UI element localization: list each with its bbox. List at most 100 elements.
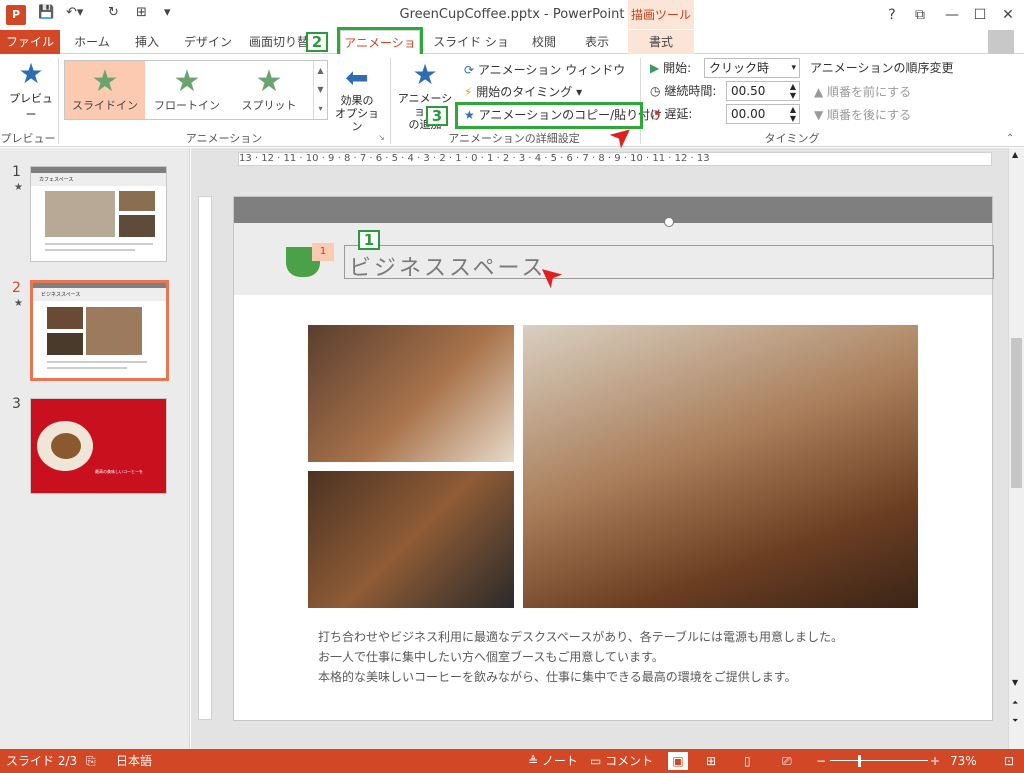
animation-star-icon: ★: [14, 182, 23, 193]
gallery-item-slide-in[interactable]: ★ スライドイン: [65, 61, 145, 119]
next-slide-icon[interactable]: ⏷: [1012, 716, 1018, 726]
rotate-handle-icon[interactable]: [664, 217, 674, 227]
float-in-star-icon: ★: [173, 64, 201, 99]
zoom-in-button[interactable]: +: [930, 749, 940, 773]
gallery-label: スプリット: [241, 99, 297, 112]
delay-input[interactable]: 00.00 ▲ ▼: [726, 104, 800, 124]
callout-number-3: 3: [426, 106, 448, 126]
lightning-icon: ⚡: [464, 85, 473, 99]
vertical-scrollbar[interactable]: ▲ ▼ ⏶ ⏷: [1008, 148, 1024, 749]
animation-pane-label: アニメーション ウィンドウ: [477, 63, 626, 77]
add-animation-star-icon: ★: [412, 58, 438, 91]
spellcheck-icon[interactable]: ⎘: [86, 749, 96, 773]
split-star-icon: ★: [255, 64, 283, 99]
start-dropdown[interactable]: クリック時 ▾: [704, 58, 800, 78]
zoom-slider-thumb[interactable]: [858, 755, 861, 767]
photo-meeting-table[interactable]: [308, 325, 514, 462]
gallery-item-split[interactable]: ★ スプリット: [229, 61, 309, 119]
thumbnail-number: 1: [12, 164, 21, 180]
duration-input[interactable]: 00.50 ▲ ▼: [726, 81, 800, 101]
animation-order-tag[interactable]: 1: [312, 243, 334, 261]
tab-file[interactable]: ファイル: [0, 30, 60, 54]
tab-transitions[interactable]: 画面切り替: [246, 30, 312, 54]
gallery-item-float-in[interactable]: ★ フロートイン: [147, 61, 227, 119]
animation-pane-icon: ⟳: [464, 63, 475, 77]
slide-canvas[interactable]: 1 ビジネススペース 打ち合わせやビジネス利用に最適なデスクスペースがあり、各テ…: [233, 196, 994, 721]
animation-star-icon: ★: [14, 298, 23, 309]
tab-design[interactable]: デザイン: [176, 30, 240, 54]
reorder-title: アニメーションの順序変更: [810, 61, 954, 75]
slideshow-view-icon[interactable]: ⎚: [782, 749, 792, 773]
notes-button[interactable]: ≜ ノート: [528, 749, 578, 773]
tab-view[interactable]: 表示: [574, 30, 620, 54]
play-icon: ▶: [650, 61, 660, 75]
thumbnail-title: 最高の美味しいコーヒーを: [95, 469, 143, 474]
slide-body-text[interactable]: 打ち合わせやビジネス利用に最適なデスクスペースがあり、各テーブルには電源も用意し…: [318, 627, 918, 687]
zoom-level[interactable]: 73%: [950, 749, 977, 773]
title-placeholder-selection[interactable]: ビジネススペース: [344, 245, 994, 282]
effect-options-arrow-icon: ⬅: [345, 61, 369, 94]
callout-number-2: 2: [306, 32, 328, 52]
tab-insert[interactable]: 挿入: [124, 30, 170, 54]
dialog-launcher-icon[interactable]: ↘: [378, 133, 385, 142]
separator: [58, 58, 59, 144]
zoom-out-button[interactable]: −: [816, 749, 826, 773]
tab-home[interactable]: ホーム: [66, 30, 118, 54]
callout-number-1: 1: [358, 230, 380, 250]
delay-label: ◔ 遅延:: [650, 107, 693, 121]
scroll-down-icon[interactable]: ▼: [1012, 678, 1018, 687]
clock-icon: ◷: [650, 84, 661, 98]
move-earlier-button[interactable]: ▲ 順番を前にする: [814, 82, 911, 102]
photo-cafe-interior[interactable]: [523, 325, 918, 608]
help-button[interactable]: ?: [882, 5, 902, 25]
normal-view-icon[interactable]: ▣: [668, 752, 688, 770]
slide-in-star-icon: ★: [91, 64, 119, 99]
slide-counter: スライド 2/3: [6, 754, 78, 768]
title-bar: P 💾 ↶▾ ↻ ⊞ ▾ GreenCupCoffee.pptx - Power…: [0, 0, 1024, 30]
language-label[interactable]: 日本語: [116, 749, 152, 773]
scroll-up-icon[interactable]: ▲: [1012, 150, 1018, 159]
tab-format[interactable]: 書式: [628, 30, 694, 54]
collapse-ribbon-icon[interactable]: ⌃: [1006, 133, 1014, 144]
duration-label: ◷ 継続時間:: [650, 84, 717, 98]
account-avatar[interactable]: [988, 30, 1014, 54]
slide-thumbnail-3[interactable]: 最高の美味しいコーヒーを: [30, 398, 167, 494]
effect-options-button[interactable]: ⬅ 効果の オプション: [330, 61, 384, 134]
reading-view-icon[interactable]: ▯: [744, 749, 751, 773]
animation-pane-button[interactable]: ⟳ アニメーション ウィンドウ: [464, 60, 625, 80]
gallery-label: フロートイン: [154, 99, 220, 112]
comments-button[interactable]: ▭ コメント: [590, 749, 653, 773]
slide-thumbnail-2[interactable]: ビジネススペース: [30, 280, 169, 381]
zoom-slider[interactable]: [830, 760, 928, 761]
advanced-group-label: アニメーションの詳細設定: [448, 132, 580, 145]
slide-title[interactable]: ビジネススペース: [349, 250, 546, 282]
gallery-label: スライドイン: [72, 99, 138, 112]
slide-header-band: [234, 197, 992, 223]
maximize-button[interactable]: ☐: [970, 5, 990, 25]
thumbnail-title: ビジネススペース: [33, 288, 166, 301]
prev-slide-icon[interactable]: ⏶: [1012, 698, 1018, 708]
horizontal-ruler: 13 · 12 · 11 · 10 · 9 · 8 · 7 · 6 · 5 · …: [238, 152, 992, 166]
preview-group-label: プレビュー: [0, 132, 56, 145]
timing-group-label: タイミング: [764, 132, 820, 145]
vertical-ruler: [198, 196, 212, 720]
drawing-tools-context-label: 描画ツール: [628, 0, 694, 29]
minimize-button[interactable]: —: [942, 5, 962, 25]
photo-laptop[interactable]: [308, 471, 514, 608]
gallery-scroll[interactable]: ▲ ▼ ▾: [313, 61, 327, 119]
ribbon-display-options-icon[interactable]: ⧉: [910, 5, 930, 25]
fit-to-window-icon[interactable]: ⊡: [1004, 749, 1014, 773]
close-button[interactable]: ✕: [998, 5, 1018, 25]
move-later-button[interactable]: ▼ 順番を後にする: [814, 105, 911, 125]
separator: [640, 58, 641, 144]
trigger-button[interactable]: ⚡ 開始のタイミング ▾: [464, 82, 582, 102]
slide-sorter-icon[interactable]: ⊞: [706, 749, 716, 773]
window-title: GreenCupCoffee.pptx - PowerPoint: [399, 7, 625, 22]
slide-thumbnail-1[interactable]: カフェスペース: [30, 166, 167, 262]
status-bar: スライド 2/3 ⎘ 日本語 ≜ ノート ▭ コメント ▣ ⊞ ▯ ⎚ − + …: [0, 749, 1024, 773]
scroll-thumb[interactable]: [1011, 338, 1022, 488]
tab-review[interactable]: 校閲: [522, 30, 566, 54]
preview-button[interactable]: ★ プレビュー: [6, 58, 56, 122]
thumbnail-title: カフェスペース: [31, 173, 166, 186]
tab-slideshow[interactable]: スライド ショー: [428, 30, 514, 73]
